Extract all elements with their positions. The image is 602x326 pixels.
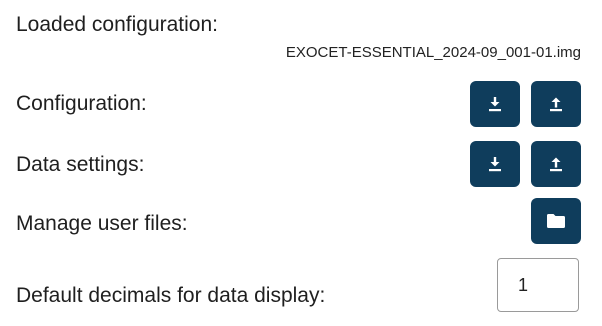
configuration-upload-button[interactable] — [531, 81, 581, 127]
manage-user-files-button[interactable] — [531, 198, 581, 244]
settings-panel: Loaded configuration: EXOCET-ESSENTIAL_2… — [0, 0, 602, 326]
manage-user-files-label: Manage user files: — [16, 212, 188, 235]
data-settings-label: Data settings: — [16, 153, 145, 176]
download-icon — [486, 155, 504, 173]
configuration-label: Configuration: — [16, 92, 147, 115]
loaded-configuration-filename: EXOCET-ESSENTIAL_2024-09_001-01.img — [285, 44, 581, 61]
upload-icon — [547, 95, 565, 113]
loaded-configuration-label: Loaded configuration: — [16, 13, 218, 36]
data-settings-download-button[interactable] — [470, 141, 520, 187]
upload-icon — [547, 155, 565, 173]
default-decimals-label: Default decimals for data display: — [16, 284, 326, 307]
data-settings-upload-button[interactable] — [531, 141, 581, 187]
download-icon — [486, 95, 504, 113]
default-decimals-input[interactable] — [497, 258, 579, 312]
configuration-download-button[interactable] — [470, 81, 520, 127]
folder-icon — [546, 213, 566, 229]
